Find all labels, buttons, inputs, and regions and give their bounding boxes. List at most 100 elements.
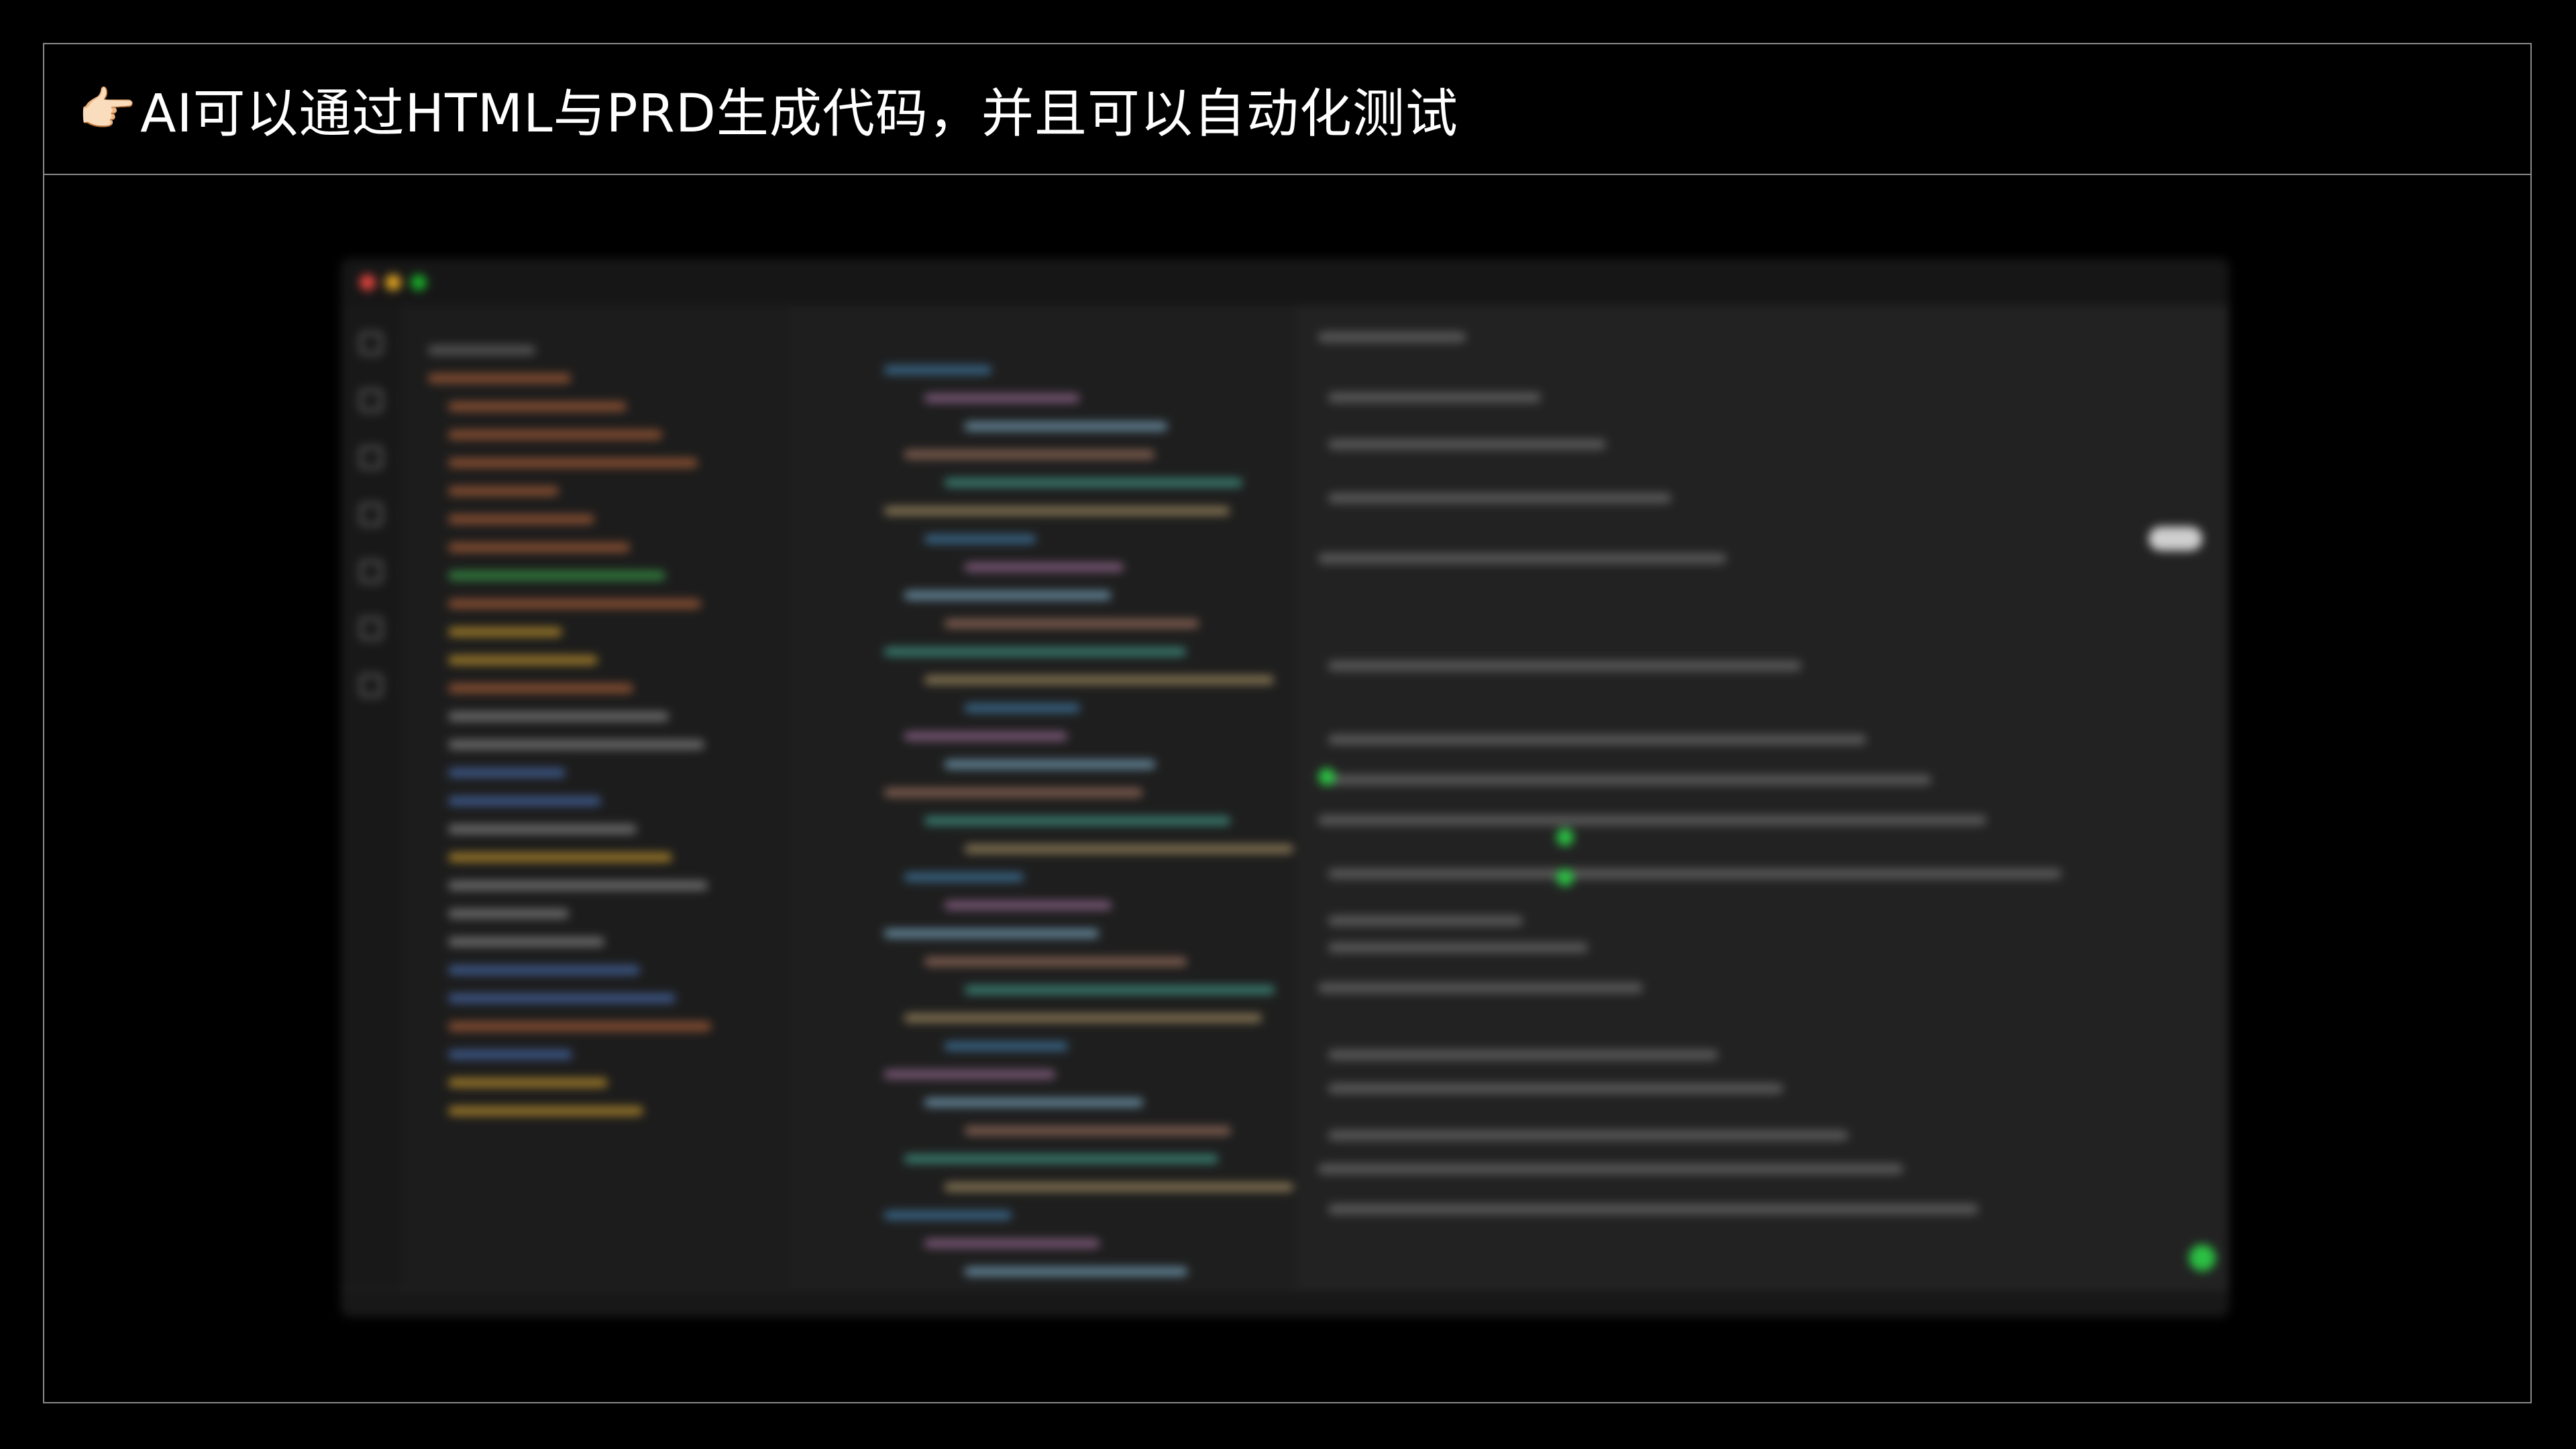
minimize-window-icon[interactable] [385, 274, 401, 290]
file-tree-item[interactable] [448, 909, 569, 918]
file-tree-item[interactable] [448, 458, 698, 468]
chat-text-line [1328, 1083, 1783, 1093]
chat-text-line [1318, 553, 1726, 564]
code-line [965, 1267, 1187, 1276]
code-line [884, 647, 1186, 656]
file-tree-item[interactable] [448, 712, 669, 721]
code-line [884, 929, 1099, 938]
action-button[interactable] [2149, 527, 2202, 551]
code-line [965, 845, 1293, 853]
code-line [924, 535, 1036, 543]
files-icon[interactable] [360, 332, 382, 355]
file-tree-item[interactable] [448, 543, 630, 552]
chat-text-line [1328, 916, 1523, 926]
file-tree-item[interactable] [448, 627, 562, 637]
chat-text-line [1328, 439, 1606, 449]
pointing-hand-icon: 👉🏻 [78, 81, 137, 137]
code-line [884, 506, 1230, 515]
code-editor [790, 305, 1300, 1304]
run-icon[interactable] [360, 503, 382, 526]
code-line [884, 1070, 1055, 1079]
file-tree-item[interactable] [448, 853, 672, 862]
file-tree-item[interactable] [448, 881, 708, 890]
code-line [965, 985, 1275, 994]
ide-screenshot [341, 258, 2229, 1317]
code-line [945, 760, 1155, 769]
code-line [904, 1014, 1262, 1022]
status-ok-icon [1318, 768, 1336, 786]
chat-text-line [1318, 983, 1643, 993]
code-line [924, 816, 1230, 825]
activity-bar [341, 305, 402, 1290]
chat-text-line [1328, 1204, 1978, 1214]
chat-text-line [1328, 392, 1541, 402]
status-bar [341, 1289, 2229, 1317]
extensions-icon[interactable] [360, 560, 382, 583]
file-tree-item[interactable] [448, 515, 594, 524]
code-line [965, 1126, 1231, 1135]
file-tree-item[interactable] [448, 430, 662, 439]
file-tree-item[interactable] [448, 655, 598, 665]
file-tree-item[interactable] [448, 740, 704, 749]
close-window-icon[interactable] [360, 274, 376, 290]
file-tree-item[interactable] [448, 1106, 643, 1116]
file-tree-item[interactable] [448, 1022, 711, 1031]
code-line [945, 1183, 1293, 1191]
slide-title: AI可以通过HTML与PRD生成代码，并且可以自动化测试 [140, 83, 1458, 144]
chat-text-line [1328, 869, 2061, 879]
file-tree-item[interactable] [428, 345, 535, 355]
code-line [904, 1155, 1218, 1163]
file-tree-item[interactable] [448, 1078, 608, 1087]
window-titlebar [341, 258, 2229, 307]
search-icon[interactable] [360, 389, 382, 412]
chat-text-line [1328, 775, 1931, 785]
code-line [904, 450, 1155, 459]
settings-icon[interactable] [360, 674, 382, 697]
file-tree-item[interactable] [448, 796, 601, 806]
line-numbers [790, 352, 871, 1290]
code-line [965, 563, 1124, 572]
zoom-window-icon[interactable] [411, 274, 427, 290]
chat-text-line [1318, 332, 1466, 342]
chat-text-line [1328, 661, 1801, 671]
ai-chat-panel [1300, 305, 2229, 1290]
code-line [884, 366, 991, 374]
file-explorer [401, 305, 792, 1290]
chat-text-line [1328, 1130, 1848, 1140]
file-tree-item[interactable] [448, 937, 604, 947]
file-tree-item[interactable] [448, 599, 701, 608]
code-line [965, 422, 1167, 431]
file-tree-item[interactable] [448, 768, 566, 777]
file-tree-item[interactable] [448, 994, 676, 1003]
file-tree-item[interactable] [448, 571, 665, 580]
file-tree-item[interactable] [448, 402, 627, 411]
code-line [924, 1098, 1143, 1107]
file-tree-item[interactable] [448, 824, 637, 834]
file-tree-item[interactable] [448, 486, 559, 496]
slide-header: 👉🏻 AI可以通过HTML与PRD生成代码，并且可以自动化测试 [44, 44, 2530, 175]
file-tree-item[interactable] [448, 684, 633, 693]
code-line [924, 394, 1079, 402]
file-tree-item[interactable] [428, 374, 571, 383]
source-control-icon[interactable] [360, 446, 382, 469]
chat-text-line [1328, 735, 1866, 745]
code-line [965, 704, 1080, 712]
code-line [945, 478, 1242, 487]
chat-text-line [1328, 1050, 1718, 1060]
code-line [904, 591, 1111, 600]
code-line [945, 901, 1112, 910]
code-line [904, 873, 1024, 881]
code-line [884, 788, 1142, 797]
chat-text-line [1318, 1164, 1903, 1174]
send-icon[interactable] [2189, 1244, 2216, 1271]
file-tree-item[interactable] [448, 1050, 572, 1059]
status-ok-icon [1556, 869, 1574, 886]
remote-icon[interactable] [360, 617, 382, 640]
code-line [924, 957, 1187, 966]
code-line [924, 1239, 1099, 1248]
code-line [904, 732, 1067, 741]
code-line [924, 676, 1274, 684]
file-tree-item[interactable] [448, 965, 640, 975]
code-line [945, 1042, 1068, 1051]
chat-text-line [1318, 815, 1986, 825]
